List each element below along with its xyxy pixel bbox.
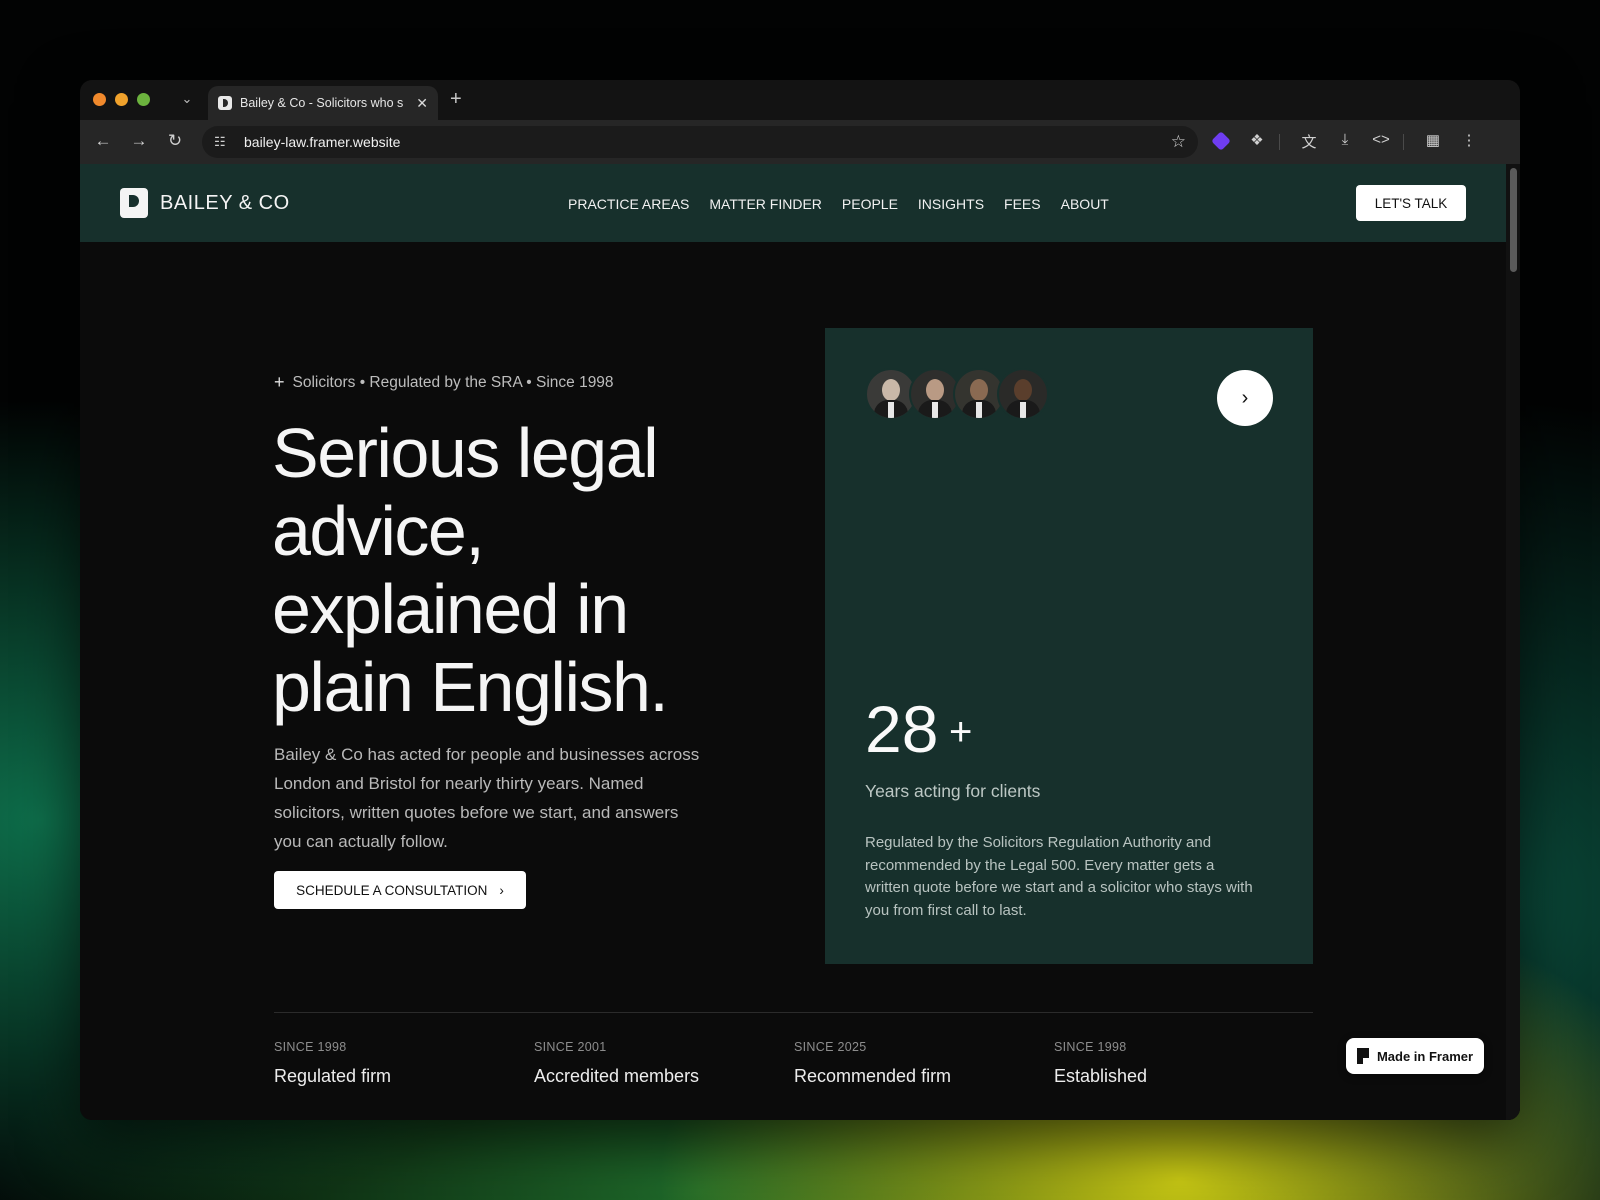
tab-search-chevron-icon[interactable]: ⌄ bbox=[176, 88, 198, 110]
site-header: BAILEY & CO PRACTICE AREAS MATTER FINDER… bbox=[80, 164, 1506, 242]
logo-mark-icon bbox=[120, 188, 148, 218]
logo-text: BAILEY & CO bbox=[160, 191, 290, 214]
forward-icon[interactable]: → bbox=[128, 131, 150, 151]
stat-suffix: + bbox=[949, 710, 973, 754]
new-tab-icon[interactable]: + bbox=[450, 88, 462, 110]
hero-body: Bailey & Co has acted for people and bus… bbox=[274, 745, 700, 851]
credential-since: SINCE 2025 bbox=[794, 1040, 867, 1054]
stat-value: 28 bbox=[865, 692, 939, 766]
extensions-puzzle-icon[interactable]: ❖ bbox=[1246, 131, 1268, 149]
hero-eyebrow-text: Solicitors • Regulated by the SRA • Sinc… bbox=[292, 373, 614, 391]
nav-about[interactable]: ABOUT bbox=[1061, 196, 1109, 212]
avatar bbox=[997, 368, 1049, 420]
stat-label: Years acting for clients bbox=[865, 781, 1041, 801]
menu-kebab-icon[interactable]: ⋮ bbox=[1458, 131, 1480, 149]
credential-title: Accredited members bbox=[534, 1066, 700, 1086]
schedule-consultation-label: SCHEDULE A CONSULTATION bbox=[296, 882, 488, 898]
toolbar-divider bbox=[1279, 134, 1280, 150]
extension-purple-icon[interactable] bbox=[1210, 131, 1232, 152]
tab-title: Bailey & Co - Solicitors who s bbox=[240, 96, 404, 110]
address-bar[interactable]: ☷ bailey-law.framer.website ☆ bbox=[202, 126, 1198, 158]
close-tab-icon[interactable]: ✕ bbox=[416, 95, 428, 112]
nav-practice-areas[interactable]: PRACTICE AREAS bbox=[568, 196, 689, 212]
scrollbar-thumb[interactable] bbox=[1510, 168, 1517, 272]
credential-item: SINCE 1998 Established bbox=[1054, 1040, 1147, 1087]
hero-title: Serious legal advice, explained in plain… bbox=[272, 414, 669, 726]
maximize-window-button[interactable] bbox=[137, 93, 150, 106]
translate-icon[interactable]: 文 bbox=[1298, 131, 1320, 152]
code-icon[interactable]: <> bbox=[1370, 131, 1392, 148]
section-divider bbox=[274, 1012, 1313, 1013]
page-viewport: BAILEY & CO PRACTICE AREAS MATTER FINDER… bbox=[80, 164, 1520, 1120]
reload-icon[interactable]: ↻ bbox=[164, 131, 186, 151]
nav-matter-finder[interactable]: MATTER FINDER bbox=[709, 196, 822, 212]
download-icon[interactable]: ⤓ bbox=[1334, 131, 1356, 148]
browser-window: ⌄ Bailey & Co - Solicitors who s ✕ + ← →… bbox=[80, 80, 1520, 1120]
credential-since: SINCE 1998 bbox=[1054, 1040, 1127, 1054]
site-logo[interactable]: BAILEY & CO bbox=[120, 188, 290, 218]
minimize-window-button[interactable] bbox=[115, 93, 128, 106]
made-in-framer-label: Made in Framer bbox=[1376, 1048, 1474, 1064]
team-avatars bbox=[865, 368, 1049, 420]
credential-item: SINCE 2001 Accredited members bbox=[534, 1040, 699, 1087]
page-scrollbar[interactable] bbox=[1506, 164, 1520, 1120]
nav-fees[interactable]: FEES bbox=[1004, 196, 1041, 212]
tab-bar: ⌄ Bailey & Co - Solicitors who s ✕ + bbox=[80, 80, 1520, 120]
browser-toolbar: ← → ↻ ☷ bailey-law.framer.website ☆ ❖ 文 … bbox=[80, 120, 1520, 164]
credential-item: SINCE 2025 Recommended firm bbox=[794, 1040, 951, 1087]
credential-title: Regulated firm bbox=[274, 1066, 392, 1086]
credential-title: Recommended firm bbox=[794, 1066, 952, 1086]
back-icon[interactable]: ← bbox=[92, 131, 114, 151]
credential-item: SINCE 1998 Regulated firm bbox=[274, 1040, 391, 1087]
window-controls bbox=[93, 93, 150, 106]
browser-tab[interactable]: Bailey & Co - Solicitors who s ✕ bbox=[208, 86, 438, 120]
site-settings-icon[interactable]: ☷ bbox=[214, 134, 234, 150]
bookmark-star-icon[interactable]: ☆ bbox=[1171, 132, 1186, 152]
made-in-framer-badge[interactable]: Made in Framer bbox=[1346, 1038, 1484, 1074]
framer-logo-icon bbox=[1356, 1048, 1369, 1064]
card-body: Regulated by the Solicitors Regulation A… bbox=[865, 834, 1253, 919]
hero-eyebrow: + Solicitors • Regulated by the SRA • Si… bbox=[274, 372, 614, 393]
nav-people[interactable]: PEOPLE bbox=[842, 196, 898, 212]
toolbar-divider bbox=[1403, 134, 1404, 150]
main-navigation: PRACTICE AREAS MATTER FINDER PEOPLE INSI… bbox=[568, 196, 1109, 212]
site-favicon-icon bbox=[218, 96, 232, 110]
credential-title: Established bbox=[1054, 1066, 1148, 1086]
nav-insights[interactable]: INSIGHTS bbox=[918, 196, 984, 212]
next-arrow-button[interactable]: › bbox=[1217, 370, 1273, 426]
plus-icon: + bbox=[274, 372, 285, 392]
credential-since: SINCE 1998 bbox=[274, 1040, 347, 1054]
credential-since: SINCE 2001 bbox=[534, 1040, 607, 1054]
lets-talk-button[interactable]: LET'S TALK bbox=[1356, 185, 1466, 221]
stats-card: › 28 + Years acting for clients Regulate… bbox=[825, 328, 1313, 964]
schedule-consultation-button[interactable]: SCHEDULE A CONSULTATION › bbox=[274, 871, 526, 909]
chevron-right-icon: › bbox=[499, 882, 504, 898]
url-text: bailey-law.framer.website bbox=[244, 134, 401, 150]
close-window-button[interactable] bbox=[93, 93, 106, 106]
profile-grid-icon[interactable]: ▦ bbox=[1422, 131, 1444, 149]
